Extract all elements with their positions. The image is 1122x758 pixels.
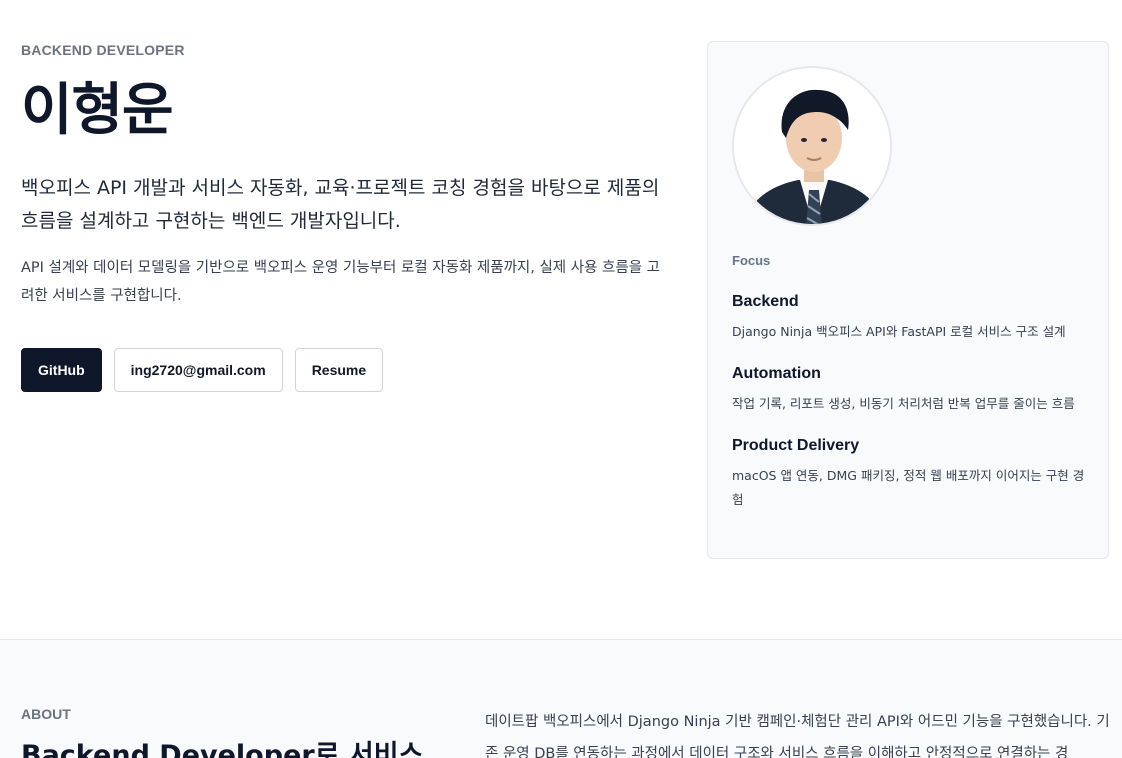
hero-section: BACKEND DEVELOPER 이형운 백오피스 API 개발과 서비스 자…	[0, 0, 1122, 640]
about-heading: Backend Developer로 서비스	[21, 740, 424, 758]
focus-item-title: Product Delivery	[732, 437, 860, 454]
focus-item-backend: Backend Django Ninja 백오피스 API와 FastAPI 로…	[732, 292, 1088, 344]
email-button[interactable]: ing2720@gmail.com	[113, 348, 283, 392]
focus-label: Focus	[732, 253, 771, 268]
profile-name: 이형운	[21, 78, 174, 143]
focus-item-product-delivery: Product Delivery macOS 앱 연동, DMG 패키징, 정적…	[732, 436, 1088, 512]
focus-item-title: Automation	[732, 365, 821, 382]
about-section: ABOUT Backend Developer로 서비스 데이트팝 백오피스에서…	[0, 640, 1122, 758]
hero-intro: BACKEND DEVELOPER 이형운 백오피스 API 개발과 서비스 자…	[21, 42, 661, 310]
hero-lead: 백오피스 API 개발과 서비스 자동화, 교육·프로젝트 코칭 경험을 바탕으…	[21, 177, 660, 232]
hero-subtext: API 설계와 데이터 모델링을 기반으로 백오피스 운영 기능부터 로컬 자동…	[21, 260, 661, 304]
role-eyebrow: BACKEND DEVELOPER	[21, 42, 185, 58]
github-button[interactable]: GitHub	[21, 348, 102, 392]
avatar	[732, 66, 892, 226]
about-eyebrow: ABOUT	[21, 706, 71, 722]
hero-actions: GitHub ing2720@gmail.com Resume	[21, 348, 384, 392]
focus-item-title: Backend	[732, 293, 799, 310]
about-text: 데이트팝 백오피스에서 Django Ninja 기반 캠페인·체험단 관리 A…	[485, 714, 1110, 758]
focus-item-desc: Django Ninja 백오피스 API와 FastAPI 로컬 서비스 구조…	[732, 324, 1066, 339]
focus-item-desc: macOS 앱 연동, DMG 패키징, 정적 웹 배포까지 이어지는 구현 경…	[732, 468, 1085, 507]
focus-item-desc: 작업 기록, 리포트 생성, 비동기 처리처럼 반복 업무를 줄이는 흐름	[732, 396, 1075, 411]
focus-list: Backend Django Ninja 백오피스 API와 FastAPI 로…	[732, 292, 1088, 532]
focus-item-automation: Automation 작업 기록, 리포트 생성, 비동기 처리처럼 반복 업무…	[732, 364, 1088, 416]
profile-photo-icon	[734, 68, 890, 224]
resume-button[interactable]: Resume	[294, 348, 384, 392]
focus-card: Focus Backend Django Ninja 백오피스 API와 Fas…	[707, 41, 1109, 559]
